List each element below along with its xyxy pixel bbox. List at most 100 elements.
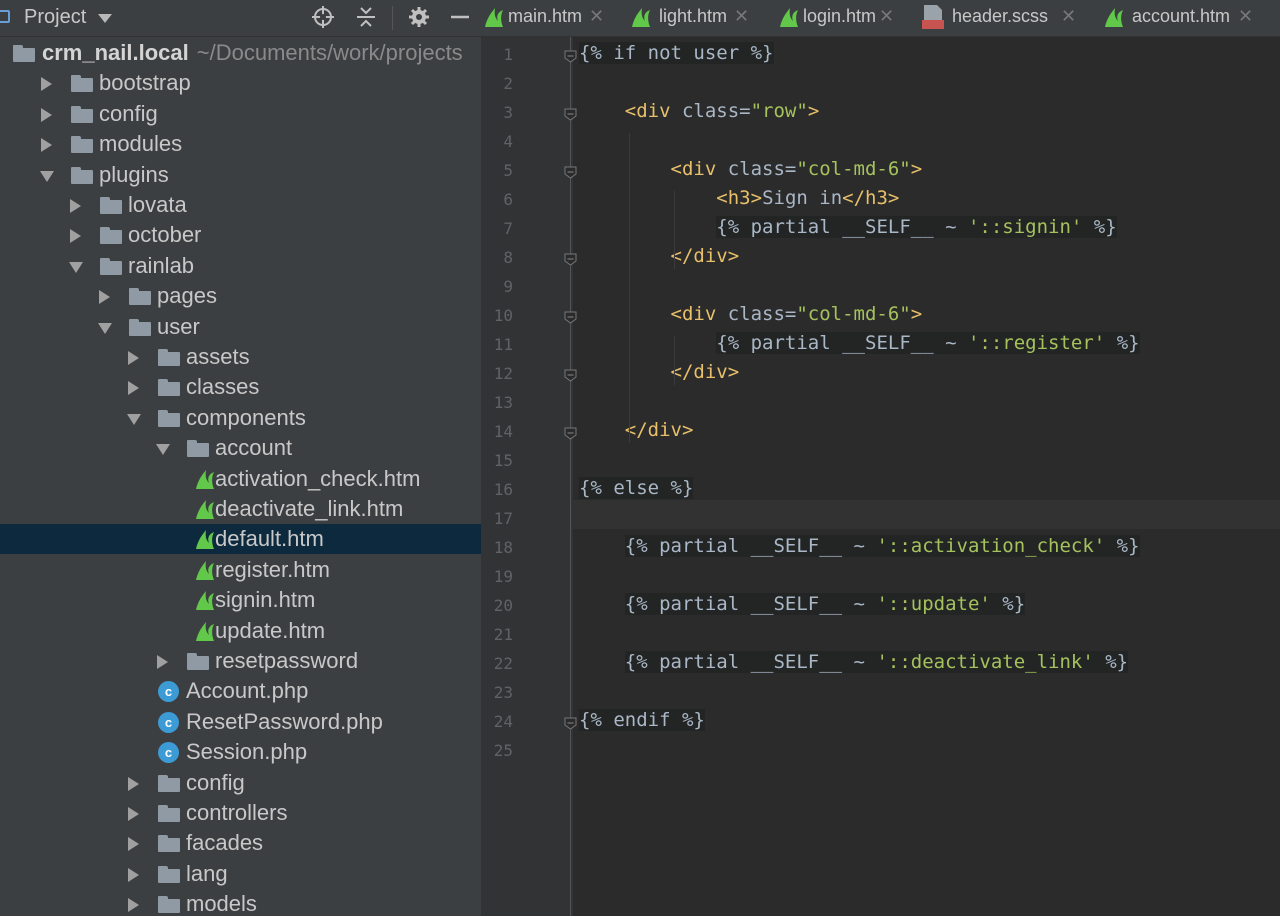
code-line[interactable]: <h3>Sign in</h3> — [579, 187, 899, 209]
tree-folder[interactable]: config — [0, 99, 481, 129]
project-view-selector[interactable]: Project — [24, 6, 86, 29]
fold-marker-icon[interactable] — [564, 717, 577, 730]
code-line[interactable]: <div class="col-md-6"> — [579, 158, 923, 180]
chevron-right-icon[interactable] — [157, 655, 168, 669]
line-number: 21 — [493, 625, 513, 644]
tree-folder[interactable]: account — [0, 433, 481, 463]
folder-icon — [71, 75, 93, 93]
twig-leaf-icon — [196, 621, 214, 641]
chevron-right-icon[interactable] — [128, 381, 139, 396]
code-line[interactable]: {% partial __SELF__ ~ '::activation_chec… — [579, 535, 1140, 557]
fold-marker-icon[interactable] — [564, 166, 577, 179]
tree-folder[interactable]: facades — [0, 828, 481, 858]
locate-file-icon[interactable] — [312, 6, 334, 28]
code-line[interactable]: {% else %} — [579, 477, 694, 499]
code-line[interactable]: </div> — [579, 419, 694, 441]
tree-item-label: facades — [186, 830, 264, 856]
tree-root[interactable]: crm_nail.local ~/Documents/work/projects — [0, 38, 481, 68]
tree-file[interactable]: deactivate_link.htm — [0, 494, 481, 524]
code-line[interactable]: </div> — [579, 245, 740, 267]
chevron-down-icon[interactable] — [98, 14, 112, 23]
chevron-right-icon[interactable] — [70, 199, 81, 213]
tree-file[interactable]: signin.htm — [0, 585, 481, 615]
fold-marker-icon[interactable] — [564, 311, 577, 324]
tree-file[interactable]: default.htm — [0, 524, 481, 555]
project-tool-header: Project — [0, 0, 481, 37]
code-line[interactable]: {% partial __SELF__ ~ '::register' %} — [579, 332, 1140, 354]
code-line[interactable]: {% endif %} — [579, 709, 705, 731]
line-number: 8 — [503, 248, 513, 267]
chevron-right-icon[interactable] — [128, 898, 139, 913]
chevron-down-icon[interactable] — [156, 444, 170, 456]
hide-panel-icon[interactable] — [449, 6, 471, 28]
tree-folder[interactable]: user — [0, 312, 481, 342]
tree-folder[interactable]: pages — [0, 281, 481, 311]
close-icon[interactable]: ✕ — [1238, 6, 1253, 27]
tree-file[interactable]: c Session.php — [0, 737, 481, 767]
twig-leaf-icon — [196, 560, 214, 580]
tree-file[interactable]: update.htm — [0, 616, 481, 646]
tree-folder[interactable]: lovata — [0, 190, 481, 220]
collapse-all-icon[interactable] — [355, 6, 377, 28]
chevron-right-icon[interactable] — [128, 776, 139, 791]
chevron-right-icon[interactable] — [128, 837, 139, 852]
tree-folder[interactable]: plugins — [0, 160, 481, 190]
editor-tab[interactable]: account.htm ✕ — [481, 0, 1280, 36]
chevron-right-icon[interactable] — [128, 867, 139, 882]
tree-file[interactable]: c Account.php — [0, 676, 481, 706]
folder-icon — [13, 45, 35, 62]
chevron-down-icon[interactable] — [69, 261, 83, 273]
indent-guide — [674, 191, 675, 269]
chevron-down-icon[interactable] — [98, 322, 112, 334]
tree-folder[interactable]: classes — [0, 372, 481, 402]
tree-file[interactable]: activation_check.htm — [0, 464, 481, 494]
chevron-down-icon[interactable] — [127, 413, 141, 425]
chevron-right-icon[interactable] — [99, 290, 110, 305]
code-line[interactable]: {% partial __SELF__ ~ '::signin' %} — [579, 216, 1117, 238]
chevron-right-icon[interactable] — [41, 107, 52, 122]
line-number: 1 — [503, 45, 513, 64]
tree-file[interactable]: c ResetPassword.php — [0, 707, 481, 737]
tree-folder[interactable]: lang — [0, 859, 481, 889]
tree-folder[interactable]: rainlab — [0, 251, 481, 281]
tree-file[interactable]: register.htm — [0, 555, 481, 585]
tree-item-label: models — [186, 891, 257, 916]
tree-item-label: activation_check.htm — [215, 465, 421, 491]
tree-folder[interactable]: resetpassword — [0, 646, 481, 676]
twig-leaf-icon — [1105, 8, 1123, 27]
chevron-right-icon[interactable] — [128, 807, 139, 821]
fold-marker-icon[interactable] — [564, 50, 577, 63]
tree-folder[interactable]: modules — [0, 129, 481, 159]
code-line[interactable]: <div class="col-md-6"> — [579, 303, 923, 325]
fold-marker-icon[interactable] — [564, 427, 577, 440]
tree-folder[interactable]: config — [0, 768, 481, 798]
fold-marker-icon[interactable] — [564, 253, 577, 266]
code-editor[interactable]: 1 2 3 4 5 6 7 8 9 10 11 12 13 14 15 16 17 18 19 20 21 22 23 24 2… — [481, 37, 1280, 916]
code-line[interactable]: <div class="row"> — [579, 100, 820, 122]
tree-folder[interactable]: components — [0, 403, 481, 433]
code-line[interactable]: {% if not user %} — [579, 42, 774, 64]
chevron-right-icon[interactable] — [41, 77, 52, 92]
tree-folder[interactable]: controllers — [0, 798, 481, 828]
fold-marker-icon[interactable] — [564, 108, 577, 121]
folder-icon — [158, 835, 180, 853]
chevron-right-icon[interactable] — [70, 229, 81, 244]
code-line[interactable]: {% partial __SELF__ ~ '::deactivate_link… — [579, 651, 1129, 673]
tree-folder[interactable]: october — [0, 220, 481, 250]
chevron-right-icon[interactable] — [41, 138, 52, 153]
fold-marker-icon[interactable] — [564, 369, 577, 382]
chevron-down-icon[interactable] — [40, 170, 54, 182]
folder-icon — [100, 227, 122, 245]
code-line[interactable]: </div> — [579, 361, 740, 383]
code-line[interactable]: {% partial __SELF__ ~ '::update' %} — [579, 593, 1026, 615]
gear-icon[interactable] — [408, 6, 430, 28]
tree-folder[interactable]: assets — [0, 342, 481, 372]
folder-icon — [100, 197, 122, 214]
chevron-right-icon[interactable] — [128, 351, 139, 365]
tree-folder[interactable]: bootstrap — [0, 68, 481, 98]
tree-item-label: deactivate_link.htm — [215, 496, 404, 521]
folder-icon — [100, 257, 122, 275]
line-number: 16 — [493, 480, 513, 499]
line-number: 10 — [493, 306, 513, 325]
tree-folder[interactable]: models — [0, 889, 481, 916]
